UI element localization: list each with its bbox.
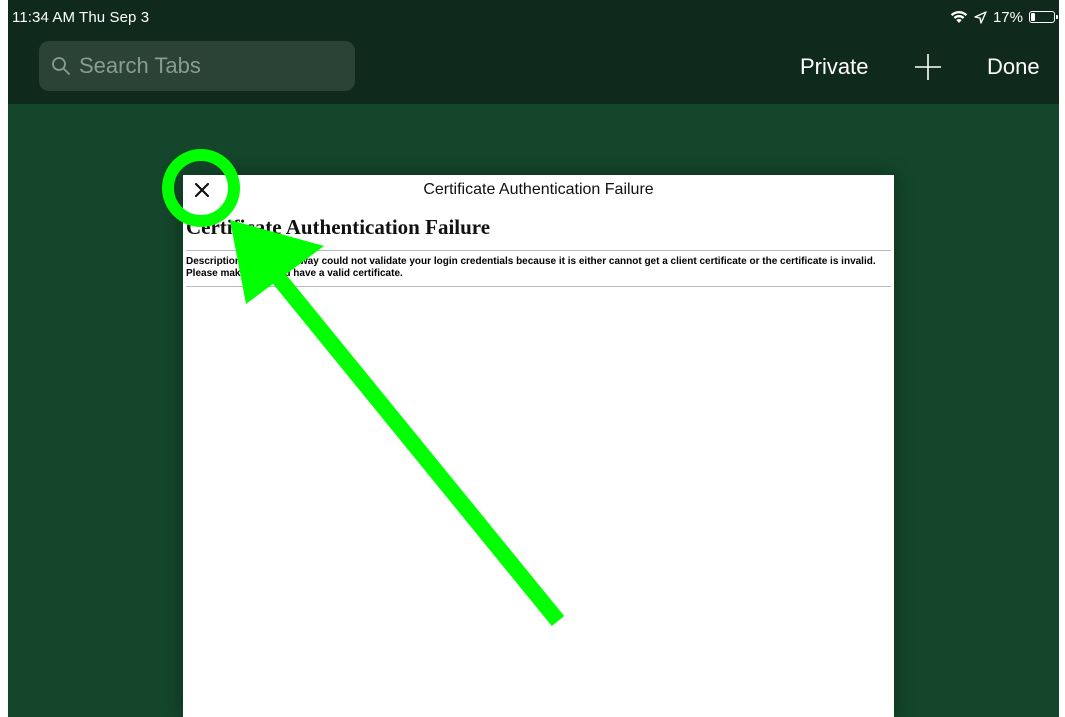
- tab-card[interactable]: Certificate Authentication Failure Certi…: [183, 175, 894, 717]
- tab-title: Certificate Authentication Failure: [423, 181, 654, 198]
- search-input[interactable]: [79, 53, 329, 79]
- private-button[interactable]: Private: [800, 54, 868, 80]
- status-time-date: 11:34 AM Thu Sep 3: [12, 9, 150, 26]
- tab-switcher-screen: 11:34 AM Thu Sep 3 17% Search Tabs Priva…: [0, 0, 1065, 717]
- page-preview: Certificate Authentication Failure Descr…: [186, 207, 891, 287]
- screen-border-right: [1059, 0, 1065, 717]
- plus-icon[interactable]: [913, 52, 943, 82]
- page-heading: Certificate Authentication Failure: [186, 215, 491, 239]
- tab-header: Certificate Authentication Failure: [183, 175, 894, 205]
- page-description: Description: Client Gateway could not va…: [186, 256, 876, 279]
- divider: [186, 286, 891, 287]
- battery-percent: 17%: [992, 8, 1023, 26]
- status-indicators: 17%: [950, 8, 1058, 26]
- done-button[interactable]: Done: [987, 54, 1040, 80]
- location-arrow-icon: [974, 10, 987, 24]
- search-tabs-field[interactable]: [39, 41, 355, 91]
- search-icon: [52, 57, 70, 75]
- battery-level: [1031, 13, 1035, 21]
- wifi-icon: [950, 10, 968, 24]
- screen-border-left: [0, 0, 8, 717]
- battery-icon: [1029, 11, 1058, 23]
- top-bar: 11:34 AM Thu Sep 3 17% Search Tabs Priva…: [8, 0, 1059, 104]
- divider: [186, 250, 891, 251]
